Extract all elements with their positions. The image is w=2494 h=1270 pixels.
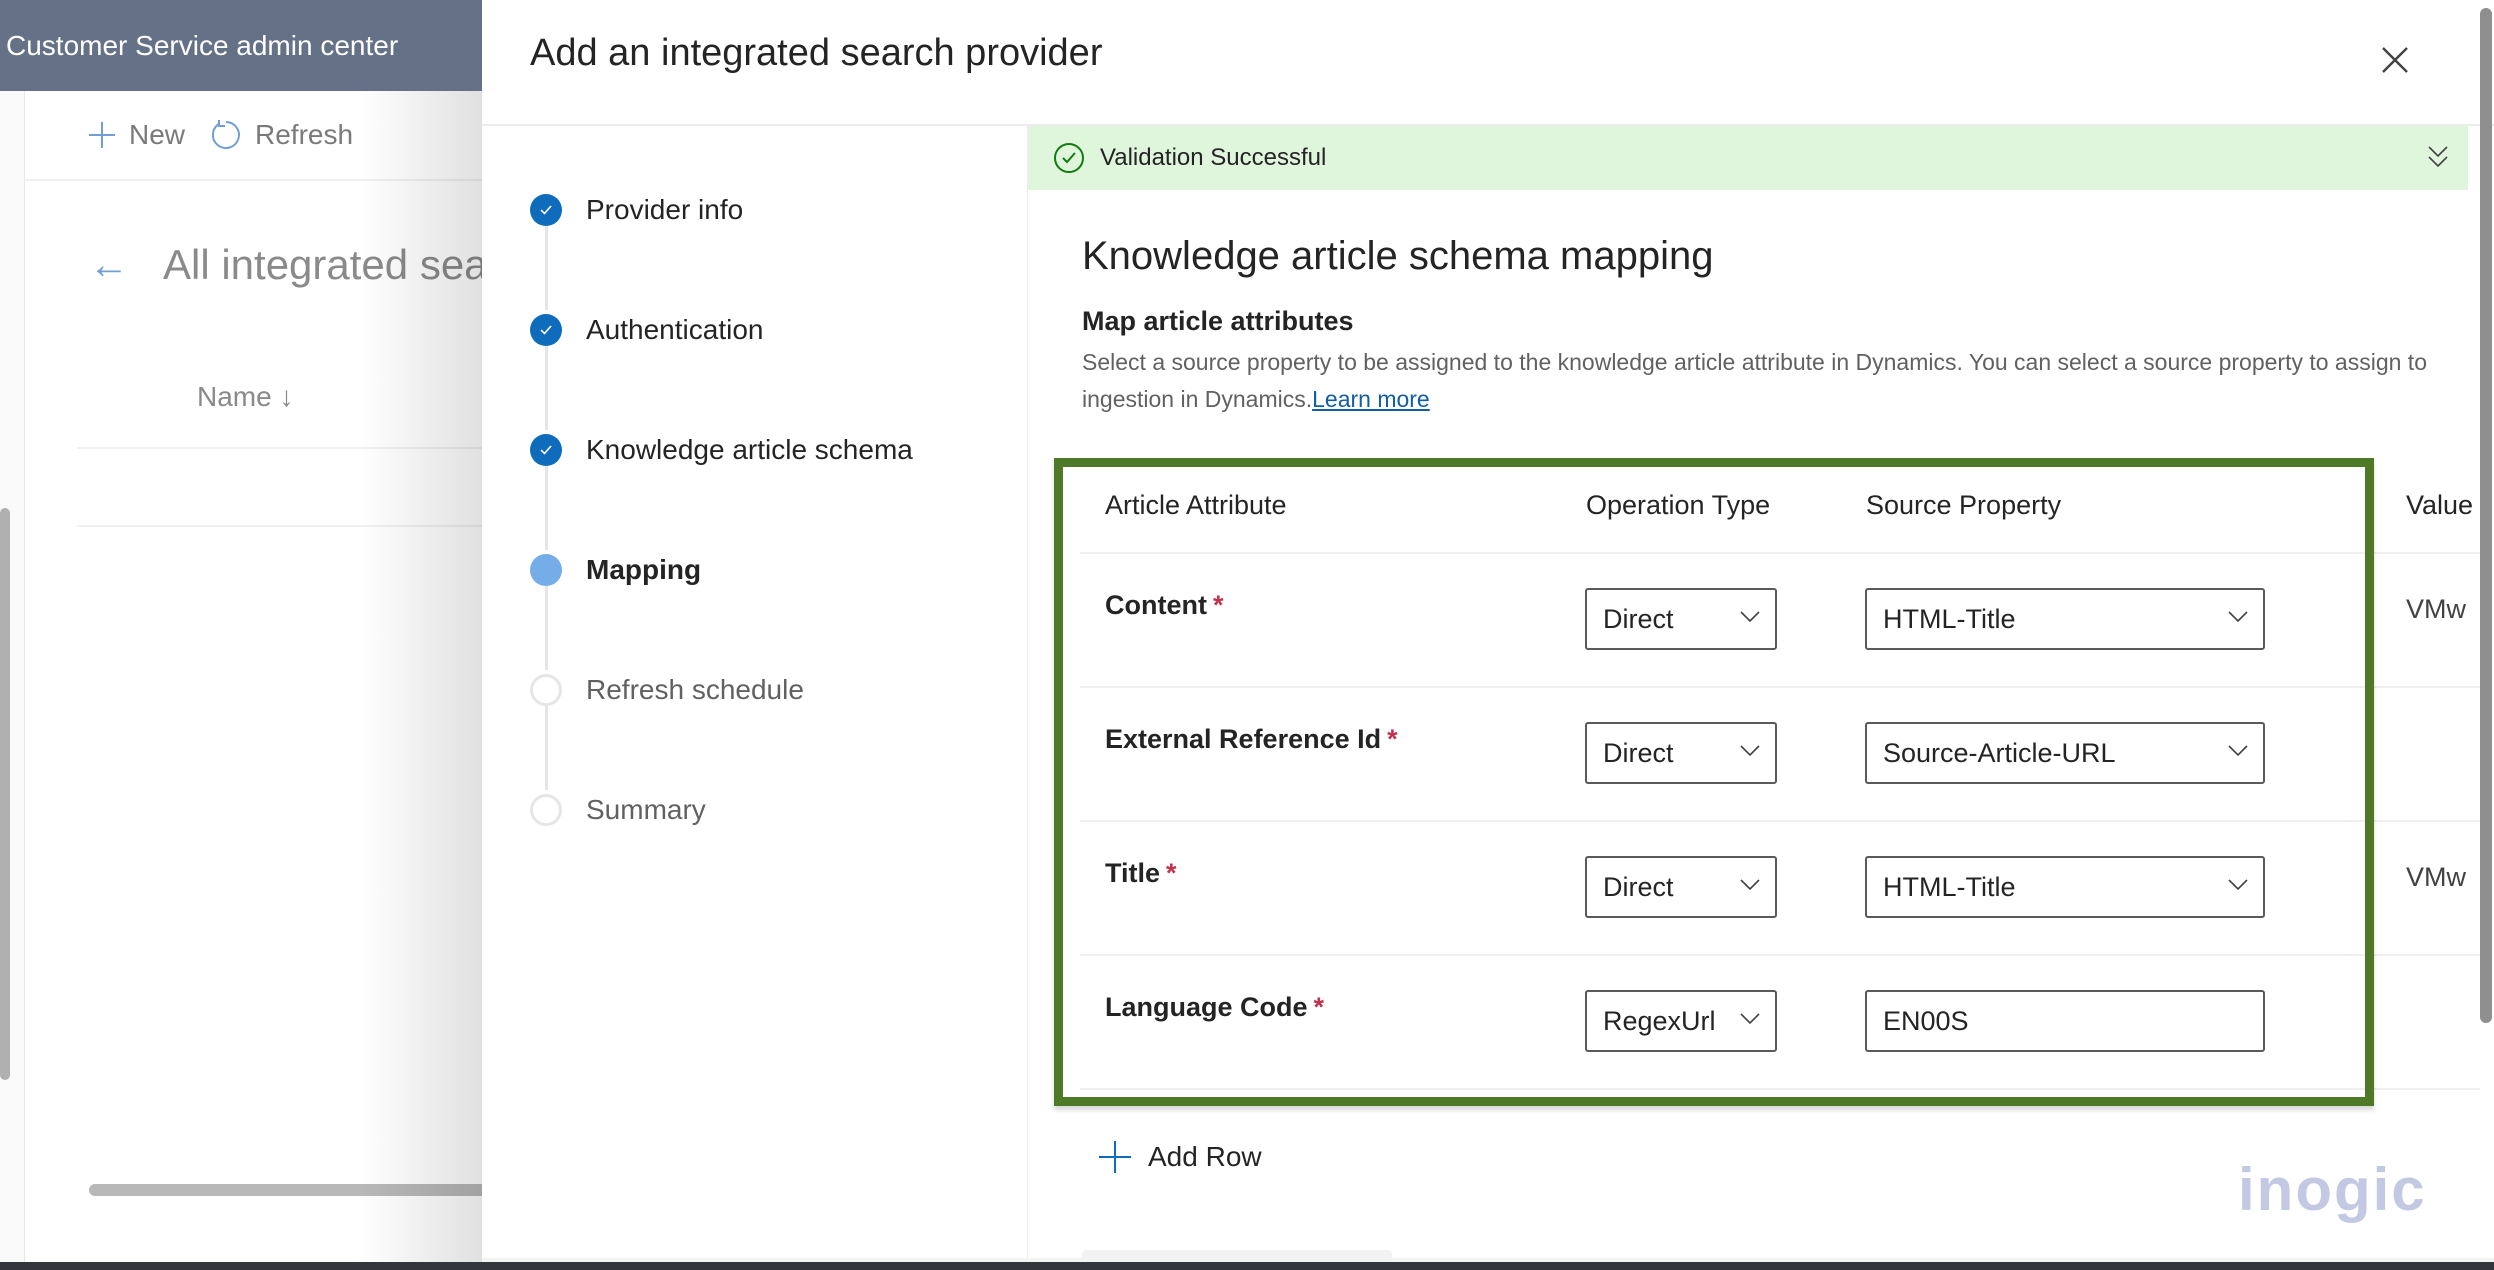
checkmark-icon — [530, 314, 562, 346]
step-provider-info[interactable]: Provider info — [530, 194, 743, 226]
section-heading: Knowledge article schema mapping — [1082, 234, 1714, 278]
plus-icon — [1099, 1141, 1131, 1173]
add-row-button[interactable]: Add Row — [1098, 1140, 1262, 1174]
close-icon[interactable] — [2377, 42, 2413, 78]
chevron-down-icon — [1740, 745, 1760, 757]
name-column-header[interactable]: Name ↓ — [197, 381, 293, 413]
operation-type-dropdown[interactable]: Direct — [1585, 856, 1777, 918]
step-connector — [545, 226, 548, 310]
attribute-label: External Reference Id * — [1105, 724, 1398, 754]
empty-circle-icon — [530, 674, 562, 706]
validation-banner: Validation Successful — [1028, 126, 2468, 190]
new-label: New — [129, 119, 186, 150]
wizard-steps: Provider info Authentication Knowledge a… — [482, 126, 1028, 1258]
current-step-dot-icon — [530, 554, 562, 586]
step-label: Provider info — [586, 194, 744, 225]
add-row-label: Add Row — [1148, 1141, 1262, 1172]
step-label: Knowledge article schema — [586, 434, 913, 465]
column-header-operation-type: Operation Type — [1586, 490, 1771, 520]
double-chevron-down-icon[interactable] — [2426, 144, 2450, 170]
required-asterisk: * — [1313, 992, 1325, 1022]
chevron-down-icon — [1740, 879, 1760, 891]
value-text: VMw — [2406, 862, 2466, 892]
success-check-icon — [1054, 143, 1084, 173]
step-connector — [545, 466, 548, 550]
learn-more-link[interactable]: Learn more — [1312, 386, 1430, 412]
source-property-dropdown[interactable]: HTML-Title — [1865, 856, 2265, 918]
source-property-input[interactable] — [1865, 990, 2265, 1052]
step-refresh-schedule[interactable]: Refresh schedule — [530, 674, 804, 706]
left-vertical-scrollbar[interactable] — [0, 508, 10, 1080]
attribute-label: Title * — [1105, 858, 1177, 888]
required-asterisk: * — [1387, 724, 1398, 754]
divider — [1080, 552, 2480, 554]
step-mapping[interactable]: Mapping — [530, 554, 701, 586]
chevron-down-icon — [2228, 879, 2248, 891]
step-connector — [545, 346, 548, 430]
panel-title: Add an integrated search provider — [530, 32, 1103, 74]
attribute-label: Language Code * — [1105, 992, 1325, 1022]
step-label: Mapping — [586, 554, 702, 585]
chevron-down-icon — [1740, 611, 1760, 623]
empty-circle-icon — [530, 794, 562, 826]
panel-shadow — [360, 91, 482, 1270]
required-asterisk: * — [1212, 590, 1224, 620]
checkmark-icon — [530, 194, 562, 226]
operation-type-dropdown[interactable]: RegexUrl — [1585, 990, 1777, 1052]
back-arrow-icon[interactable]: ← — [89, 243, 129, 288]
operation-type-dropdown[interactable]: Direct — [1585, 588, 1777, 650]
source-property-dropdown[interactable]: Source-Article-URL — [1865, 722, 2265, 784]
value-text: VMw — [2406, 594, 2466, 624]
refresh-icon — [212, 120, 240, 149]
description-line: Select a source property to be assigned … — [1082, 349, 2427, 375]
source-property-dropdown[interactable]: HTML-Title — [1865, 588, 2265, 650]
dropdown-value: Direct — [1603, 603, 1674, 634]
section-subheading: Map article attributes — [1082, 306, 1354, 336]
refresh-label: Refresh — [255, 119, 354, 150]
divider — [1080, 954, 2480, 956]
step-label: Refresh schedule — [586, 674, 804, 705]
column-header-source-property: Source Property — [1866, 490, 2062, 520]
chevron-down-icon — [1740, 1013, 1760, 1025]
step-label: Authentication — [586, 314, 764, 345]
step-knowledge-article-schema[interactable]: Knowledge article schema — [530, 434, 913, 466]
dropdown-value: Direct — [1603, 871, 1674, 902]
divider — [1080, 686, 2480, 688]
step-summary[interactable]: Summary — [530, 794, 706, 826]
dropdown-value: RegexUrl — [1603, 1005, 1716, 1036]
attribute-label: Content * — [1105, 590, 1224, 620]
dropdown-value: HTML-Title — [1883, 871, 2016, 902]
divider — [1080, 820, 2480, 822]
divider — [1080, 1088, 2480, 1090]
vertical-scrollbar[interactable] — [2480, 8, 2492, 1023]
step-authentication[interactable]: Authentication — [530, 314, 763, 346]
banner-text: Validation Successful — [1100, 144, 1327, 171]
checkmark-icon — [530, 434, 562, 466]
chevron-down-icon — [2228, 745, 2248, 757]
section-description: Select a source property to be assigned … — [1082, 344, 2468, 418]
taskbar-edge — [0, 1262, 2494, 1270]
step-connector — [545, 586, 548, 670]
description-line: ingestion in Dynamics. — [1082, 386, 1313, 412]
operation-type-dropdown[interactable]: Direct — [1585, 722, 1777, 784]
dropdown-value: Direct — [1603, 737, 1674, 768]
refresh-button[interactable]: Refresh — [209, 118, 353, 152]
new-button[interactable]: New — [87, 119, 185, 151]
plus-icon — [89, 122, 115, 148]
dropdown-value: HTML-Title — [1883, 603, 2016, 634]
required-asterisk: * — [1166, 858, 1177, 888]
dropdown-value: Source-Article-URL — [1883, 737, 2116, 768]
chevron-down-icon — [2228, 611, 2248, 623]
step-label: Summary — [586, 794, 706, 825]
watermark-logo: inogic — [2238, 1156, 2427, 1223]
step-connector — [545, 706, 548, 790]
app-title: Customer Service admin center — [0, 0, 482, 91]
column-header-article-attribute: Article Attribute — [1105, 490, 1287, 520]
column-header-value: Value — [2406, 490, 2474, 520]
